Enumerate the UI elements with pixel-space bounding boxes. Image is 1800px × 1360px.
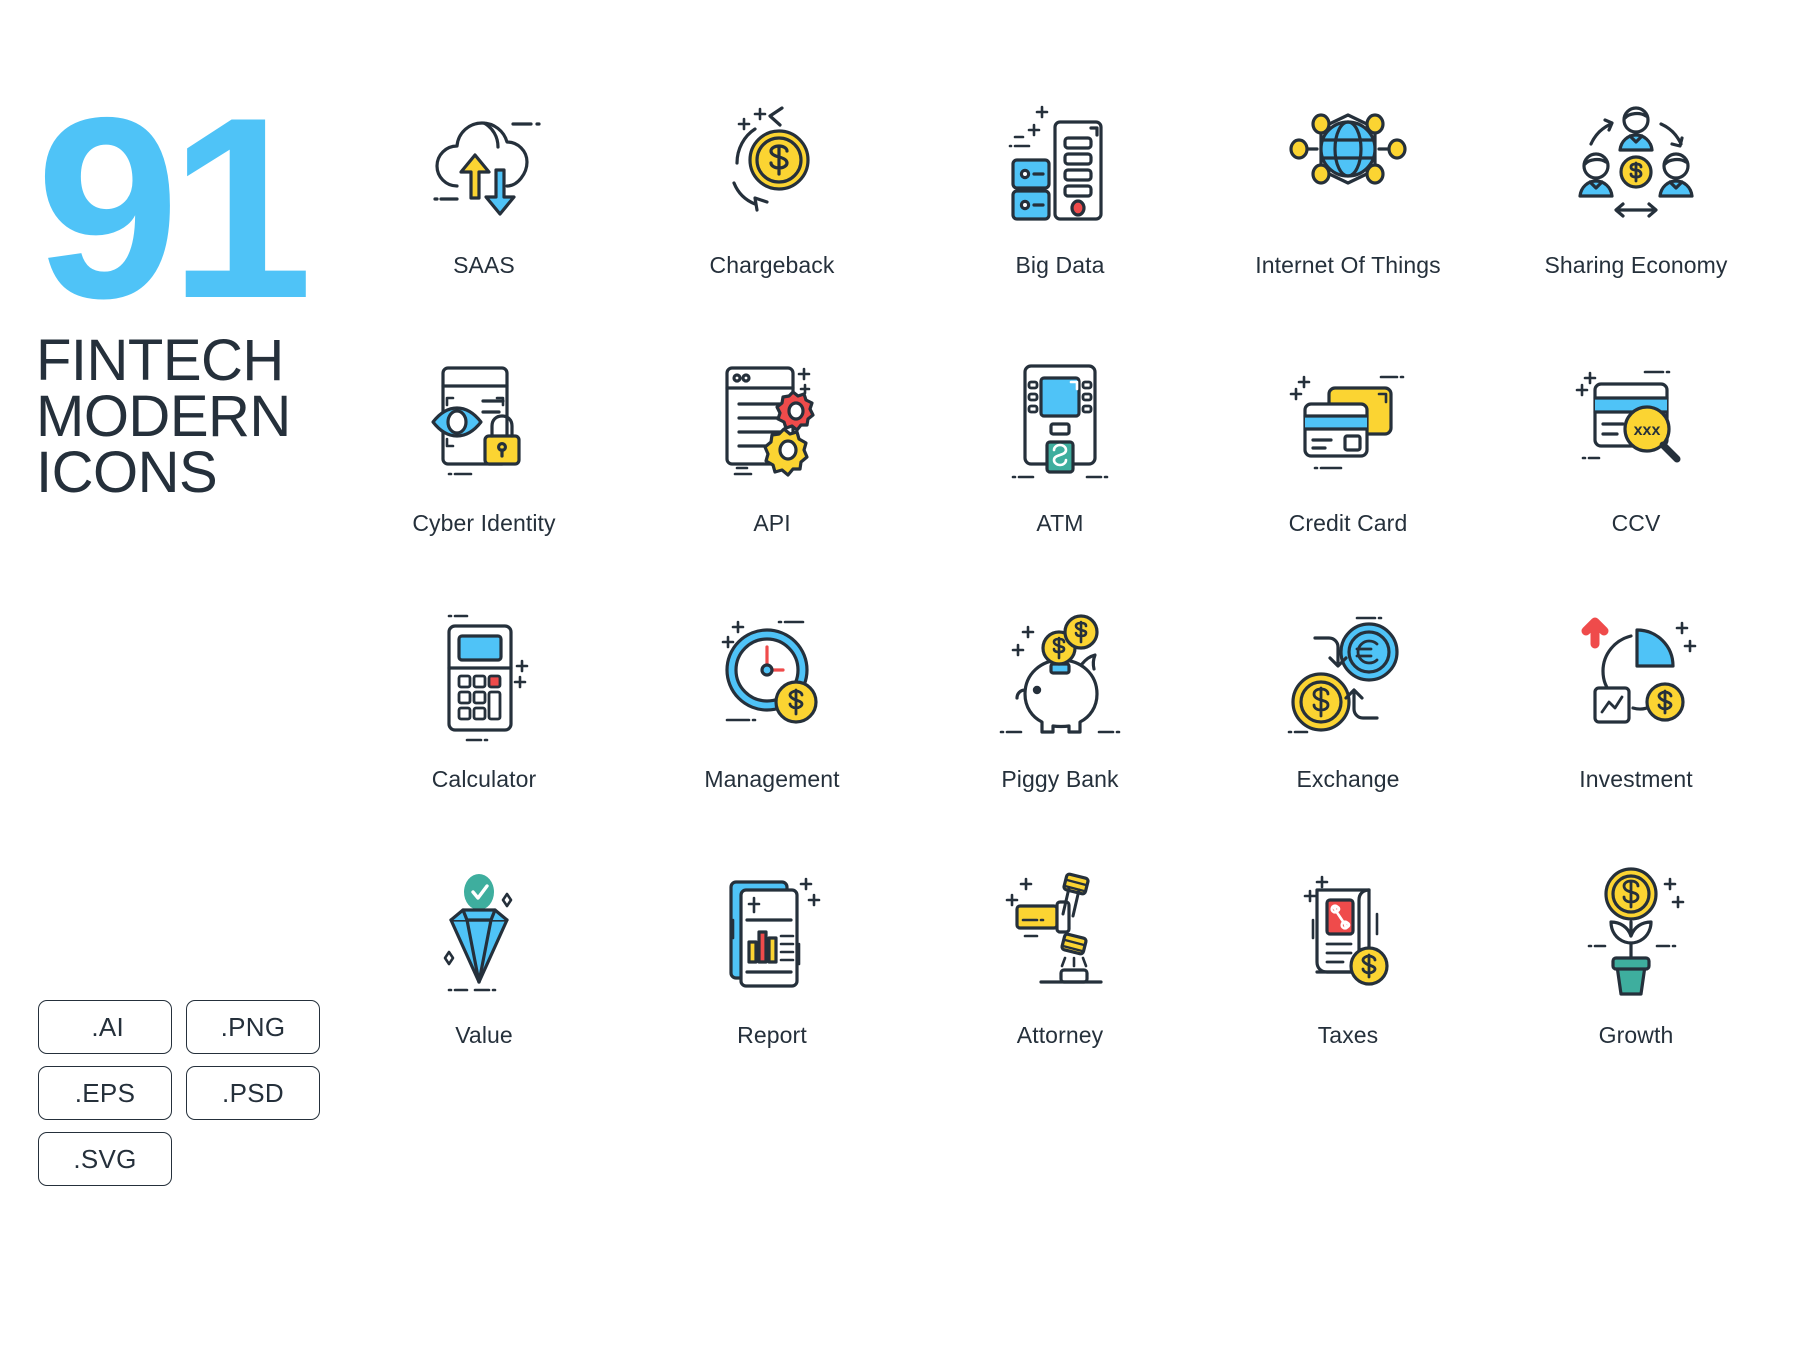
icon-label: Report bbox=[737, 1022, 807, 1048]
icon-grid-row: SAAS Chargeback Big Data Internet Of Thi… bbox=[340, 88, 1780, 346]
icon-cell-cyber-identity[interactable]: Cyber Identity bbox=[340, 346, 628, 602]
icon-cell-big-data[interactable]: Big Data bbox=[916, 88, 1204, 346]
icon-cell-chargeback[interactable]: Chargeback bbox=[628, 88, 916, 346]
icon-label: Cyber Identity bbox=[412, 510, 556, 536]
icon-cell-credit-card[interactable]: Credit Card bbox=[1204, 346, 1492, 602]
icon-label: Internet Of Things bbox=[1255, 252, 1441, 278]
icon-cell-saas[interactable]: SAAS bbox=[340, 88, 628, 346]
icon-label: Sharing Economy bbox=[1544, 252, 1728, 278]
icon-label: SAAS bbox=[453, 252, 515, 278]
title-line-icons: ICONS bbox=[36, 440, 218, 506]
pie-chart-coin-icon bbox=[1561, 602, 1711, 752]
icon-count-number: 91 bbox=[36, 63, 313, 352]
tax-receipt-percent-icon bbox=[1273, 858, 1423, 1008]
icon-label: Value bbox=[455, 1022, 513, 1048]
icon-cell-api[interactable]: API bbox=[628, 346, 916, 602]
icon-label: API bbox=[753, 510, 791, 536]
icon-cell-report[interactable]: Report bbox=[628, 858, 916, 1114]
report-chart-icon bbox=[697, 858, 847, 1008]
format-badge-svg[interactable]: .SVG bbox=[38, 1132, 172, 1186]
icon-cell-sharing-economy[interactable]: Sharing Economy bbox=[1492, 88, 1780, 346]
icon-cell-attorney[interactable]: Attorney bbox=[916, 858, 1204, 1114]
server-document-icon bbox=[985, 88, 1135, 238]
file-format-badges: .AI .PNG .EPS .PSD .SVG bbox=[38, 1000, 348, 1198]
icon-label: Management bbox=[704, 766, 840, 792]
poster-title-block: 91 FINTECH MODERN ICONS bbox=[36, 63, 336, 506]
currency-exchange-icon bbox=[1273, 602, 1423, 752]
people-coin-circle-icon bbox=[1561, 88, 1711, 238]
globe-network-icon bbox=[1273, 88, 1423, 238]
icon-grid: SAAS Chargeback Big Data Internet Of Thi… bbox=[340, 88, 1780, 1114]
icon-cell-atm[interactable]: ATM bbox=[916, 346, 1204, 602]
svg-text:xxx: xxx bbox=[1634, 422, 1661, 439]
coin-refresh-icon bbox=[697, 88, 847, 238]
icon-cell-piggy-bank[interactable]: Piggy Bank bbox=[916, 602, 1204, 858]
gavel-icon bbox=[985, 858, 1135, 1008]
icon-cell-ccv[interactable]: xxx CCV bbox=[1492, 346, 1780, 602]
icon-cell-management[interactable]: Management bbox=[628, 602, 916, 858]
calculator-icon bbox=[409, 602, 559, 752]
clock-coin-icon bbox=[697, 602, 847, 752]
browser-gears-icon bbox=[697, 346, 847, 496]
icon-label: ATM bbox=[1036, 510, 1084, 536]
icon-label: CCV bbox=[1611, 510, 1661, 536]
format-badge-ai[interactable]: .AI bbox=[38, 1000, 172, 1054]
icon-cell-investment[interactable]: Investment bbox=[1492, 602, 1780, 858]
card-magnifier-ccv-icon: xxx bbox=[1561, 346, 1711, 496]
format-badge-png[interactable]: .PNG bbox=[186, 1000, 320, 1054]
icon-cell-value[interactable]: Value bbox=[340, 858, 628, 1114]
icon-label: Investment bbox=[1579, 766, 1693, 792]
atm-machine-icon bbox=[985, 346, 1135, 496]
format-badge-eps[interactable]: .EPS bbox=[38, 1066, 172, 1120]
badge-row: .SVG bbox=[38, 1132, 348, 1186]
icon-cell-calculator[interactable]: Calculator bbox=[340, 602, 628, 858]
title-line-modern: MODERN bbox=[36, 383, 291, 449]
icon-cell-taxes[interactable]: Taxes bbox=[1204, 858, 1492, 1114]
badge-row: .EPS .PSD bbox=[38, 1066, 348, 1120]
icon-label: Growth bbox=[1598, 1022, 1674, 1048]
cloud-upload-download-icon bbox=[409, 88, 559, 238]
poster-subtitle: FINTECH MODERN ICONS bbox=[36, 331, 336, 506]
money-plant-growth-icon bbox=[1561, 858, 1711, 1008]
badge-row: .AI .PNG bbox=[38, 1000, 348, 1054]
format-badge-psd[interactable]: .PSD bbox=[186, 1066, 320, 1120]
eye-scan-lock-icon bbox=[409, 346, 559, 496]
icon-label: Taxes bbox=[1317, 1022, 1379, 1048]
icon-label: Exchange bbox=[1296, 766, 1400, 792]
icon-cell-internet-of-things[interactable]: Internet Of Things bbox=[1204, 88, 1492, 346]
diamond-check-icon bbox=[409, 858, 559, 1008]
icon-label: Big Data bbox=[1015, 252, 1105, 278]
icon-cell-exchange[interactable]: Exchange bbox=[1204, 602, 1492, 858]
icon-label: Credit Card bbox=[1288, 510, 1408, 536]
icon-label: Chargeback bbox=[709, 252, 835, 278]
icon-label: Calculator bbox=[431, 766, 537, 792]
icon-set-poster: 91 FINTECH MODERN ICONS .AI .PNG .EPS .P… bbox=[0, 0, 1800, 1360]
icon-cell-growth[interactable]: Growth bbox=[1492, 858, 1780, 1114]
credit-cards-icon bbox=[1273, 346, 1423, 496]
icon-grid-row: Calculator Management Piggy Bank Exchang… bbox=[340, 602, 1780, 858]
piggy-bank-icon bbox=[985, 602, 1135, 752]
icon-grid-row: Value Report Attorney Taxes Growth bbox=[340, 858, 1780, 1114]
icon-label: Piggy Bank bbox=[1001, 766, 1119, 792]
icon-label: Attorney bbox=[1016, 1022, 1104, 1048]
icon-grid-row: Cyber Identity API ATM Credit Card xxx C… bbox=[340, 346, 1780, 602]
